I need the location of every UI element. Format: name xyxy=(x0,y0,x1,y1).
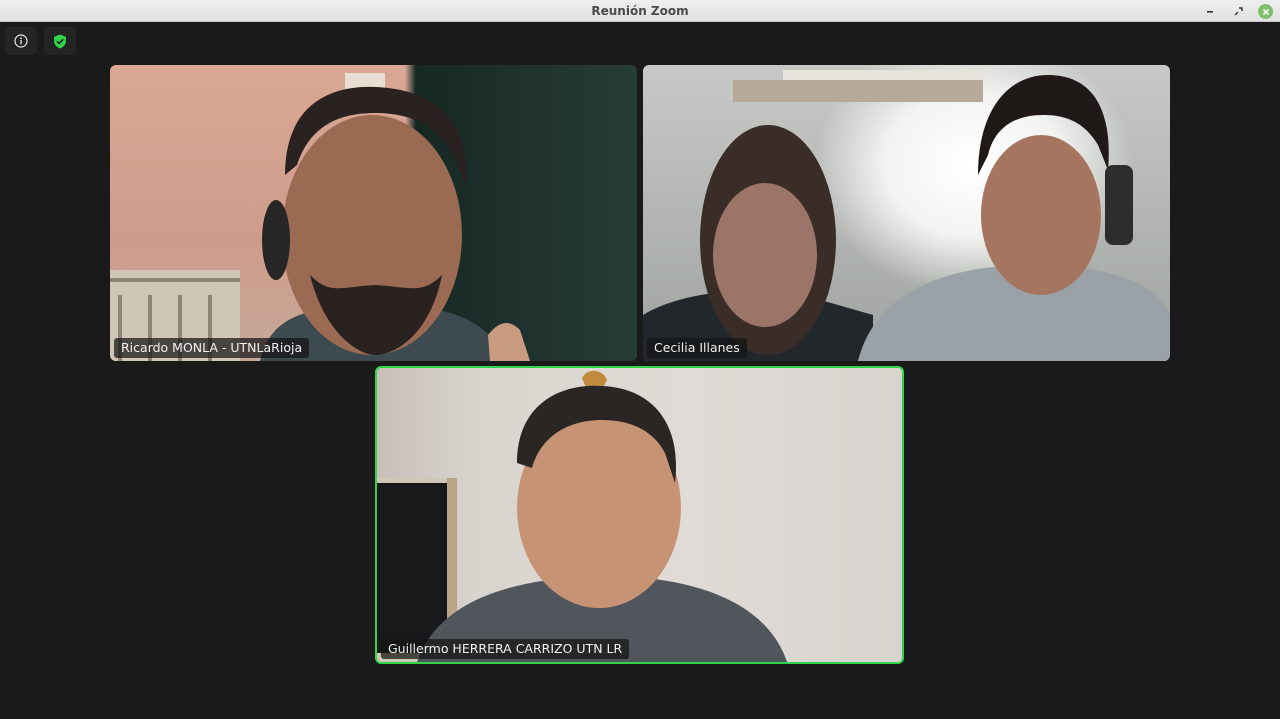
minimize-button[interactable] xyxy=(1202,3,1218,19)
participant-video xyxy=(643,70,1170,361)
video-tile-2[interactable]: Cecilia Illanes xyxy=(643,65,1170,361)
security-status-button[interactable] xyxy=(44,27,76,55)
info-icon xyxy=(14,34,28,48)
minimize-icon xyxy=(1207,11,1213,13)
close-button[interactable] xyxy=(1258,4,1273,19)
meeting-info-button[interactable] xyxy=(5,27,37,55)
shield-check-icon xyxy=(54,34,66,48)
participant-name-tag: Cecilia Illanes xyxy=(647,338,747,358)
video-tile-1[interactable]: Ricardo MONLA - UTNLaRioja xyxy=(110,65,637,361)
window-title: Reunión Zoom xyxy=(591,4,689,18)
maximize-button[interactable] xyxy=(1230,3,1246,19)
participant-name-tag: Guillermo HERRERA CARRIZO UTN LR xyxy=(381,639,630,659)
participant-video xyxy=(110,73,530,361)
close-icon xyxy=(1262,8,1269,15)
participant-name-tag: Ricardo MONLA - UTNLaRioja xyxy=(114,338,310,358)
restore-icon xyxy=(1234,6,1243,15)
video-tile-active-speaker[interactable]: Guillermo HERRERA CARRIZO UTN LR xyxy=(375,366,904,664)
window-titlebar: Reunión Zoom xyxy=(0,0,1280,22)
participant-video xyxy=(377,370,787,662)
